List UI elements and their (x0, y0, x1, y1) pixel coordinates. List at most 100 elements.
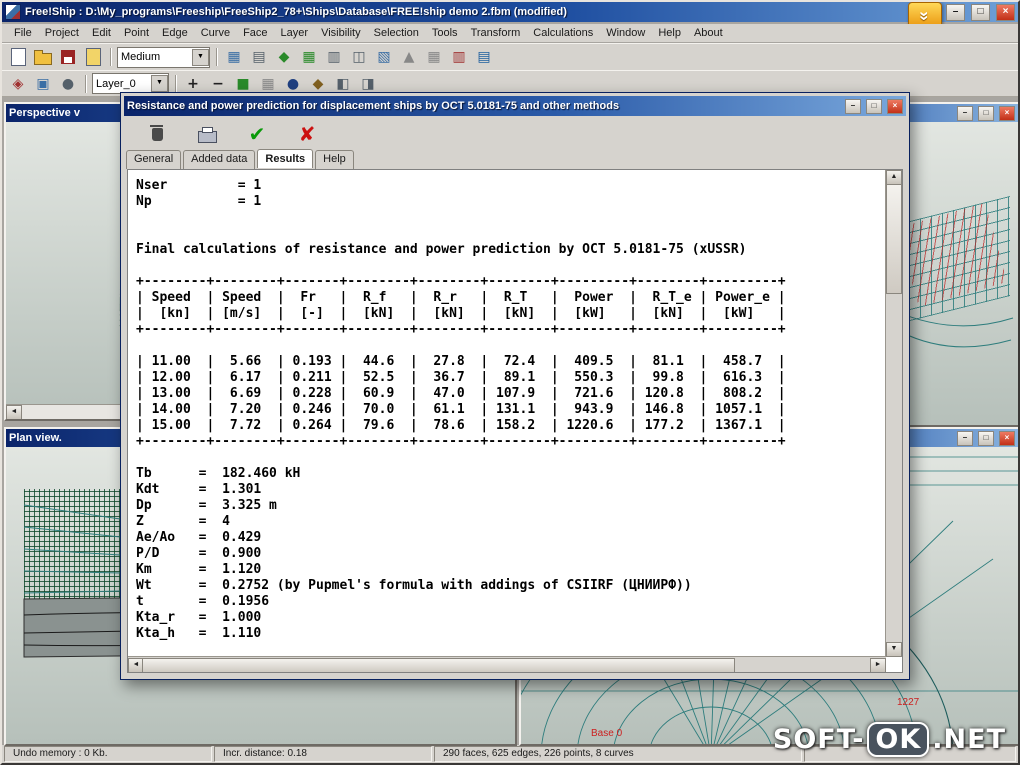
vertical-scrollbar[interactable]: ▲ ▼ (885, 170, 902, 657)
yellow-page-icon (85, 48, 101, 66)
layer-value: Layer_0 (96, 77, 136, 90)
gaussian-curvature-icon[interactable]: ▦ (298, 46, 320, 68)
vertical-scroll-thumb[interactable] (886, 184, 902, 294)
results-panel: Nser = 1 Np = 1 Final calculations of re… (127, 169, 903, 673)
check-icon: ✔ (248, 122, 266, 146)
cross-icon: ✘ (298, 122, 316, 146)
scroll-down-button[interactable]: ▼ (886, 642, 902, 657)
status-undo-memory: Undo memory : 0 Kb. (4, 746, 212, 762)
grid-icon[interactable]: ▦ (423, 46, 445, 68)
menu-item-curve[interactable]: Curve (195, 26, 236, 40)
menu-item-transform[interactable]: Transform (465, 26, 527, 40)
scroll-left-button[interactable]: ◄ (6, 405, 22, 419)
child-close-button[interactable]: × (999, 430, 1015, 446)
scroll-up-button[interactable]: ▲ (886, 170, 902, 185)
menu-item-project[interactable]: Project (39, 26, 85, 40)
resistance-dialog[interactable]: Resistance and power prediction for disp… (120, 92, 910, 680)
control-net-icon[interactable]: ▦ (223, 46, 245, 68)
menu-item-edge[interactable]: Edge (156, 26, 194, 40)
scroll-right-button[interactable]: ► (870, 658, 886, 672)
print-button[interactable] (196, 123, 218, 145)
watermark: SOFT- OK .NET (773, 722, 1006, 757)
tab-added-data[interactable]: Added data (183, 150, 256, 169)
save-file-icon[interactable] (57, 46, 79, 68)
precision-dropdown[interactable]: Medium ▼ (117, 46, 210, 68)
status-model-stats: 290 faces, 625 edges, 226 points, 8 curv… (434, 746, 802, 762)
child-maximize-button[interactable]: □ (978, 105, 994, 121)
interior-edges-icon[interactable]: ▧ (373, 46, 395, 68)
folder-icon (34, 50, 52, 65)
child-minimize-button[interactable]: – (957, 430, 973, 446)
menu-item-window[interactable]: Window (600, 26, 651, 40)
window-title: Free!Ship : D:\My_programs\Freeship\Free… (25, 6, 567, 18)
wireframe-icon[interactable]: ▤ (248, 46, 270, 68)
chevron-down-icon[interactable]: ▼ (192, 48, 209, 66)
maximize-button[interactable]: □ (971, 3, 990, 21)
toolbar-separator (110, 48, 111, 66)
export-icon[interactable] (82, 46, 104, 68)
minimize-button[interactable]: – (946, 3, 965, 21)
watermark-prefix: SOFT- (772, 724, 865, 755)
results-report-text: Nser = 1 Np = 1 Final calculations of re… (136, 178, 786, 641)
stations-icon[interactable]: ▥ (448, 46, 470, 68)
chevron-down-icon[interactable]: ▼ (151, 75, 168, 92)
tab-help[interactable]: Help (315, 150, 354, 169)
shade-icon[interactable]: ◆ (273, 46, 295, 68)
dialog-maximize-button[interactable]: □ (866, 98, 882, 114)
menu-item-selection[interactable]: Selection (368, 26, 425, 40)
menu-item-calculations[interactable]: Calculations (527, 26, 599, 40)
menu-item-edit[interactable]: Edit (86, 26, 117, 40)
close-button[interactable]: × (996, 3, 1015, 21)
menu-item-tools[interactable]: Tools (426, 26, 464, 40)
display-options-icon[interactable]: ▣ (32, 73, 54, 95)
watermark-ok-badge: OK (867, 722, 930, 757)
disk-icon (61, 50, 75, 64)
dialog-tabs: General Added data Results Help (124, 149, 906, 169)
menu-item-about[interactable]: About (688, 26, 729, 40)
page-icon (10, 48, 26, 66)
zebra-shading-icon[interactable]: ▥ (323, 46, 345, 68)
toolbar-separator (216, 48, 217, 66)
toolbar-separator (175, 74, 176, 93)
layer-dropdown[interactable]: Layer_0 ▼ (92, 73, 169, 94)
watermark-suffix: .NET (932, 724, 1006, 755)
tab-general[interactable]: General (126, 150, 182, 169)
menu-item-point[interactable]: Point (118, 26, 155, 40)
app-icon (5, 4, 21, 20)
status-incr-distance: Incr. distance: 0.18 (214, 746, 432, 762)
show-normals-icon[interactable]: ▲ (398, 46, 420, 68)
dialog-titlebar[interactable]: Resistance and power prediction for disp… (124, 96, 906, 116)
menu-item-help[interactable]: Help (652, 26, 687, 40)
main-titlebar[interactable]: Free!Ship : D:\My_programs\Freeship\Free… (2, 2, 1018, 22)
printer-icon (197, 127, 217, 143)
child-minimize-button[interactable]: – (957, 105, 973, 121)
horizontal-scroll-thumb[interactable] (142, 658, 736, 672)
base-label: Base 0 (591, 728, 623, 739)
dimension-label-1: 1227 (897, 697, 920, 708)
zoom-extents-icon[interactable]: ◈ (7, 73, 29, 95)
trash-icon (149, 124, 163, 141)
camera-icon[interactable]: ● (57, 73, 79, 95)
menu-bar: File Project Edit Point Edge Curve Face … (2, 24, 1018, 42)
child-maximize-button[interactable]: □ (978, 430, 994, 446)
delete-button[interactable] (146, 123, 168, 145)
menu-item-face[interactable]: Face (237, 26, 273, 40)
child-close-button[interactable]: × (999, 105, 1015, 121)
confirm-button[interactable]: ✔ (246, 122, 268, 146)
dialog-minimize-button[interactable]: – (845, 98, 861, 114)
horizontal-scrollbar[interactable]: ◄ ► (128, 656, 886, 672)
waterlines-icon[interactable]: ▤ (473, 46, 495, 68)
open-file-icon[interactable] (32, 46, 54, 68)
developability-icon[interactable]: ◫ (348, 46, 370, 68)
menu-item-visibility[interactable]: Visibility (315, 26, 367, 40)
tab-results[interactable]: Results (257, 149, 314, 168)
chevrons-glyph: » (916, 11, 935, 21)
new-file-icon[interactable] (7, 46, 29, 68)
precision-value: Medium (121, 51, 161, 63)
menu-item-layer[interactable]: Layer (275, 26, 315, 40)
menu-item-file[interactable]: File (8, 26, 38, 40)
cancel-button[interactable]: ✘ (296, 122, 318, 146)
dialog-toolbar: ✔ ✘ (124, 116, 906, 150)
dialog-title: Resistance and power prediction for disp… (127, 100, 620, 112)
dialog-close-button[interactable]: × (887, 98, 903, 114)
